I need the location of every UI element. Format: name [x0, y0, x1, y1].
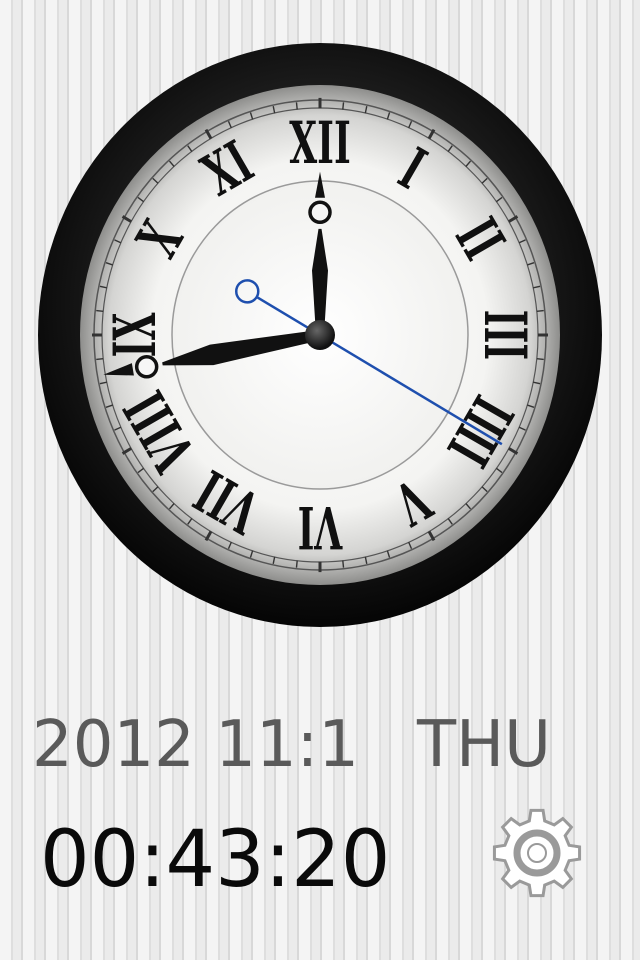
minute-tick — [96, 309, 104, 312]
center-cap — [305, 320, 335, 350]
minute-tick — [295, 102, 298, 110]
numeral-xii: XII — [289, 110, 351, 177]
numeral-vi: VI — [298, 493, 343, 560]
minute-tick — [96, 358, 104, 361]
settings-button[interactable] — [490, 806, 584, 900]
date-line: 2012 11:1 THU — [32, 705, 612, 785]
digital-time: 00:43:20 — [40, 815, 391, 905]
minute-tick — [295, 560, 298, 568]
numeral-iii: III — [470, 310, 537, 360]
weekday-text: THU — [416, 708, 551, 782]
gear-icon[interactable] — [490, 806, 584, 900]
date-text: 2012 11:1 — [32, 708, 359, 782]
analog-clock: XIIIIIIIIIIIIVVIVIIVIIIIXXXI — [36, 40, 604, 630]
minute-tick — [342, 560, 345, 568]
minute-tick — [342, 102, 345, 110]
numeral-ix: IX — [102, 312, 169, 357]
